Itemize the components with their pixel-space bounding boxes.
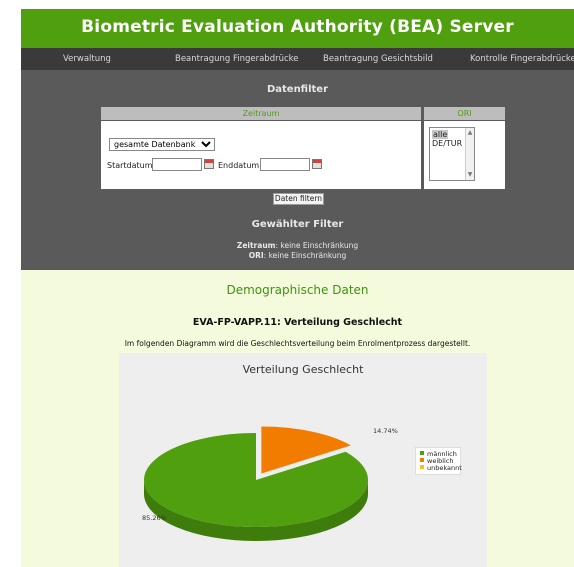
- selected-filter-heading: Gewählter Filter: [251, 219, 344, 230]
- ori-cell: alle DE/TUR ▲ ▼: [424, 121, 505, 189]
- filter-heading: Datenfilter: [266, 84, 329, 95]
- ori-option-de-tur[interactable]: DE/TUR: [432, 139, 462, 148]
- nav-item-face-request[interactable]: Beantragung Gesichtsbild: [323, 54, 433, 64]
- start-date-input[interactable]: [152, 158, 202, 171]
- legend-swatch-unbekannt: [420, 465, 424, 469]
- gender-pie-chart: Verteilung Geschlecht 14.74% 85.26% männ…: [119, 353, 487, 567]
- start-date-label: Startdatum:: [107, 161, 156, 170]
- app-header: Biometric Evaluation Authority (BEA) Ser…: [21, 9, 574, 48]
- filter-criterion-ori: ORI: keine Einschränkung: [21, 251, 574, 260]
- end-date-label: Enddatum:: [218, 161, 262, 170]
- end-calendar-icon[interactable]: [312, 159, 322, 169]
- zeitraum-cell: gesamte Datenbank Startdatum: Enddatum:: [101, 121, 421, 189]
- criterion-ori-label: ORI: [248, 251, 264, 260]
- start-calendar-icon[interactable]: [204, 159, 214, 169]
- ori-scrollbar[interactable]: ▲ ▼: [465, 128, 474, 180]
- criterion-ori-value: : keine Einschränkung: [263, 251, 347, 260]
- legend-item-unbekannt: unbekannt: [420, 465, 462, 472]
- chart-description: Im folgenden Diagramm wird die Geschlech…: [124, 339, 471, 348]
- criterion-zeitraum-value: : keine Einschränkung: [275, 241, 359, 250]
- ori-option-alle[interactable]: alle: [432, 130, 449, 139]
- database-select[interactable]: gesamte Datenbank: [109, 138, 215, 151]
- chart-heading: EVA-FP-VAPP.11: Verteilung Geschlecht: [192, 317, 403, 328]
- content-area: Demographische Daten EVA-FP-VAPP.11: Ver…: [21, 270, 574, 567]
- pie-label-maennlich: 85.26%: [142, 514, 167, 522]
- legend-label-unbekannt: unbekannt: [427, 464, 462, 472]
- filter-data-button[interactable]: Daten filtern: [273, 193, 324, 205]
- nav-item-verwaltung[interactable]: Verwaltung: [63, 54, 111, 64]
- legend-swatch-weiblich: [420, 458, 424, 462]
- data-filter-panel: Datenfilter Zeitraum ORI gesamte Datenba…: [21, 70, 574, 270]
- legend-swatch-maennlich: [420, 451, 424, 455]
- chart-legend: männlich weiblich unbekannt: [415, 447, 462, 475]
- pie-label-weiblich: 14.74%: [373, 427, 398, 435]
- ori-listbox[interactable]: alle DE/TUR ▲ ▼: [429, 127, 475, 181]
- app-title: Biometric Evaluation Authority (BEA) Ser…: [81, 17, 514, 37]
- nav-item-fingerprint-request[interactable]: Beantragung Fingerabdrücke: [175, 54, 299, 64]
- main-nav: Verwaltung Beantragung Fingerabdrücke Be…: [21, 48, 574, 70]
- filter-criterion-zeitraum: Zeitraum: keine Einschränkung: [21, 241, 574, 250]
- criterion-zeitraum-label: Zeitraum: [236, 241, 276, 250]
- nav-item-fingerprint-control[interactable]: Kontrolle Fingerabdrücke: [470, 54, 574, 64]
- ori-header: ORI: [424, 107, 505, 120]
- scroll-up-icon[interactable]: ▲: [467, 130, 473, 136]
- section-title: Demographische Daten: [226, 283, 369, 297]
- zeitraum-header: Zeitraum: [101, 107, 421, 120]
- scroll-down-icon[interactable]: ▼: [467, 172, 473, 178]
- end-date-input[interactable]: [260, 158, 310, 171]
